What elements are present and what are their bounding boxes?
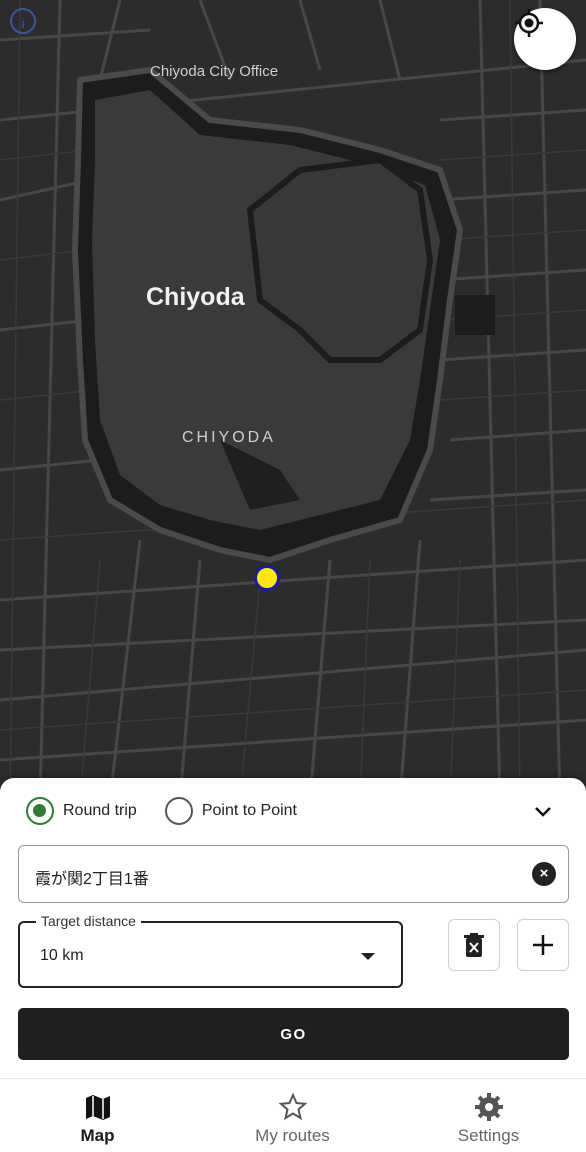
chevron-down-icon[interactable] [531, 800, 555, 824]
route-panel: Round trip Point to Point 霞が関2丁目1番 × Tar… [0, 778, 586, 1078]
target-distance-label: Target distance [36, 913, 141, 929]
nav-item-my-routes[interactable]: My routes [195, 1079, 390, 1152]
nav-label-map: Map [80, 1126, 115, 1145]
radio-round-trip-label[interactable]: Round trip [63, 802, 137, 820]
nav-label-my-routes: My routes [255, 1126, 330, 1145]
map-label-district: Chiyoda [146, 283, 245, 311]
map-icon [85, 1095, 110, 1120]
start-point-marker[interactable] [254, 565, 280, 591]
trip-mode-group: Round trip Point to Point [26, 797, 297, 825]
gear-icon [474, 1093, 503, 1121]
delete-icon [464, 933, 484, 957]
map-label-city-office: Chiyoda City Office [150, 63, 279, 80]
address-input[interactable]: 霞が関2丁目1番 × [18, 845, 569, 903]
map-view[interactable]: Chiyoda City Office Chiyoda CHIYODA i [0, 0, 586, 800]
star-icon [278, 1092, 307, 1121]
map-canvas[interactable] [0, 0, 586, 800]
nav-item-settings[interactable]: Settings [391, 1079, 586, 1152]
radio-round-trip[interactable] [26, 797, 54, 825]
info-icon[interactable]: i [10, 8, 36, 34]
target-distance-value[interactable]: 10 km [40, 947, 84, 965]
bottom-navigation: Map My routes Settings [0, 1078, 586, 1152]
add-waypoint-button[interactable] [517, 919, 569, 971]
target-distance-select[interactable]: Target distance 10 km [18, 913, 403, 988]
nav-label-settings: Settings [457, 1126, 520, 1145]
address-value[interactable]: 霞が関2丁目1番 [35, 865, 149, 889]
my-location-icon [515, 9, 543, 37]
nav-item-map[interactable]: Map [0, 1079, 195, 1152]
clear-icon[interactable]: × [532, 862, 556, 886]
plus-icon [533, 935, 553, 955]
radio-point-to-point-label[interactable]: Point to Point [202, 802, 297, 820]
dropdown-arrow-icon[interactable] [361, 953, 375, 960]
radio-point-to-point[interactable] [164, 797, 193, 825]
delete-button[interactable] [448, 919, 500, 971]
my-location-button[interactable] [514, 8, 576, 70]
map-label-district-caps: CHIYODA [182, 429, 276, 446]
go-button[interactable]: GO [18, 1008, 569, 1060]
